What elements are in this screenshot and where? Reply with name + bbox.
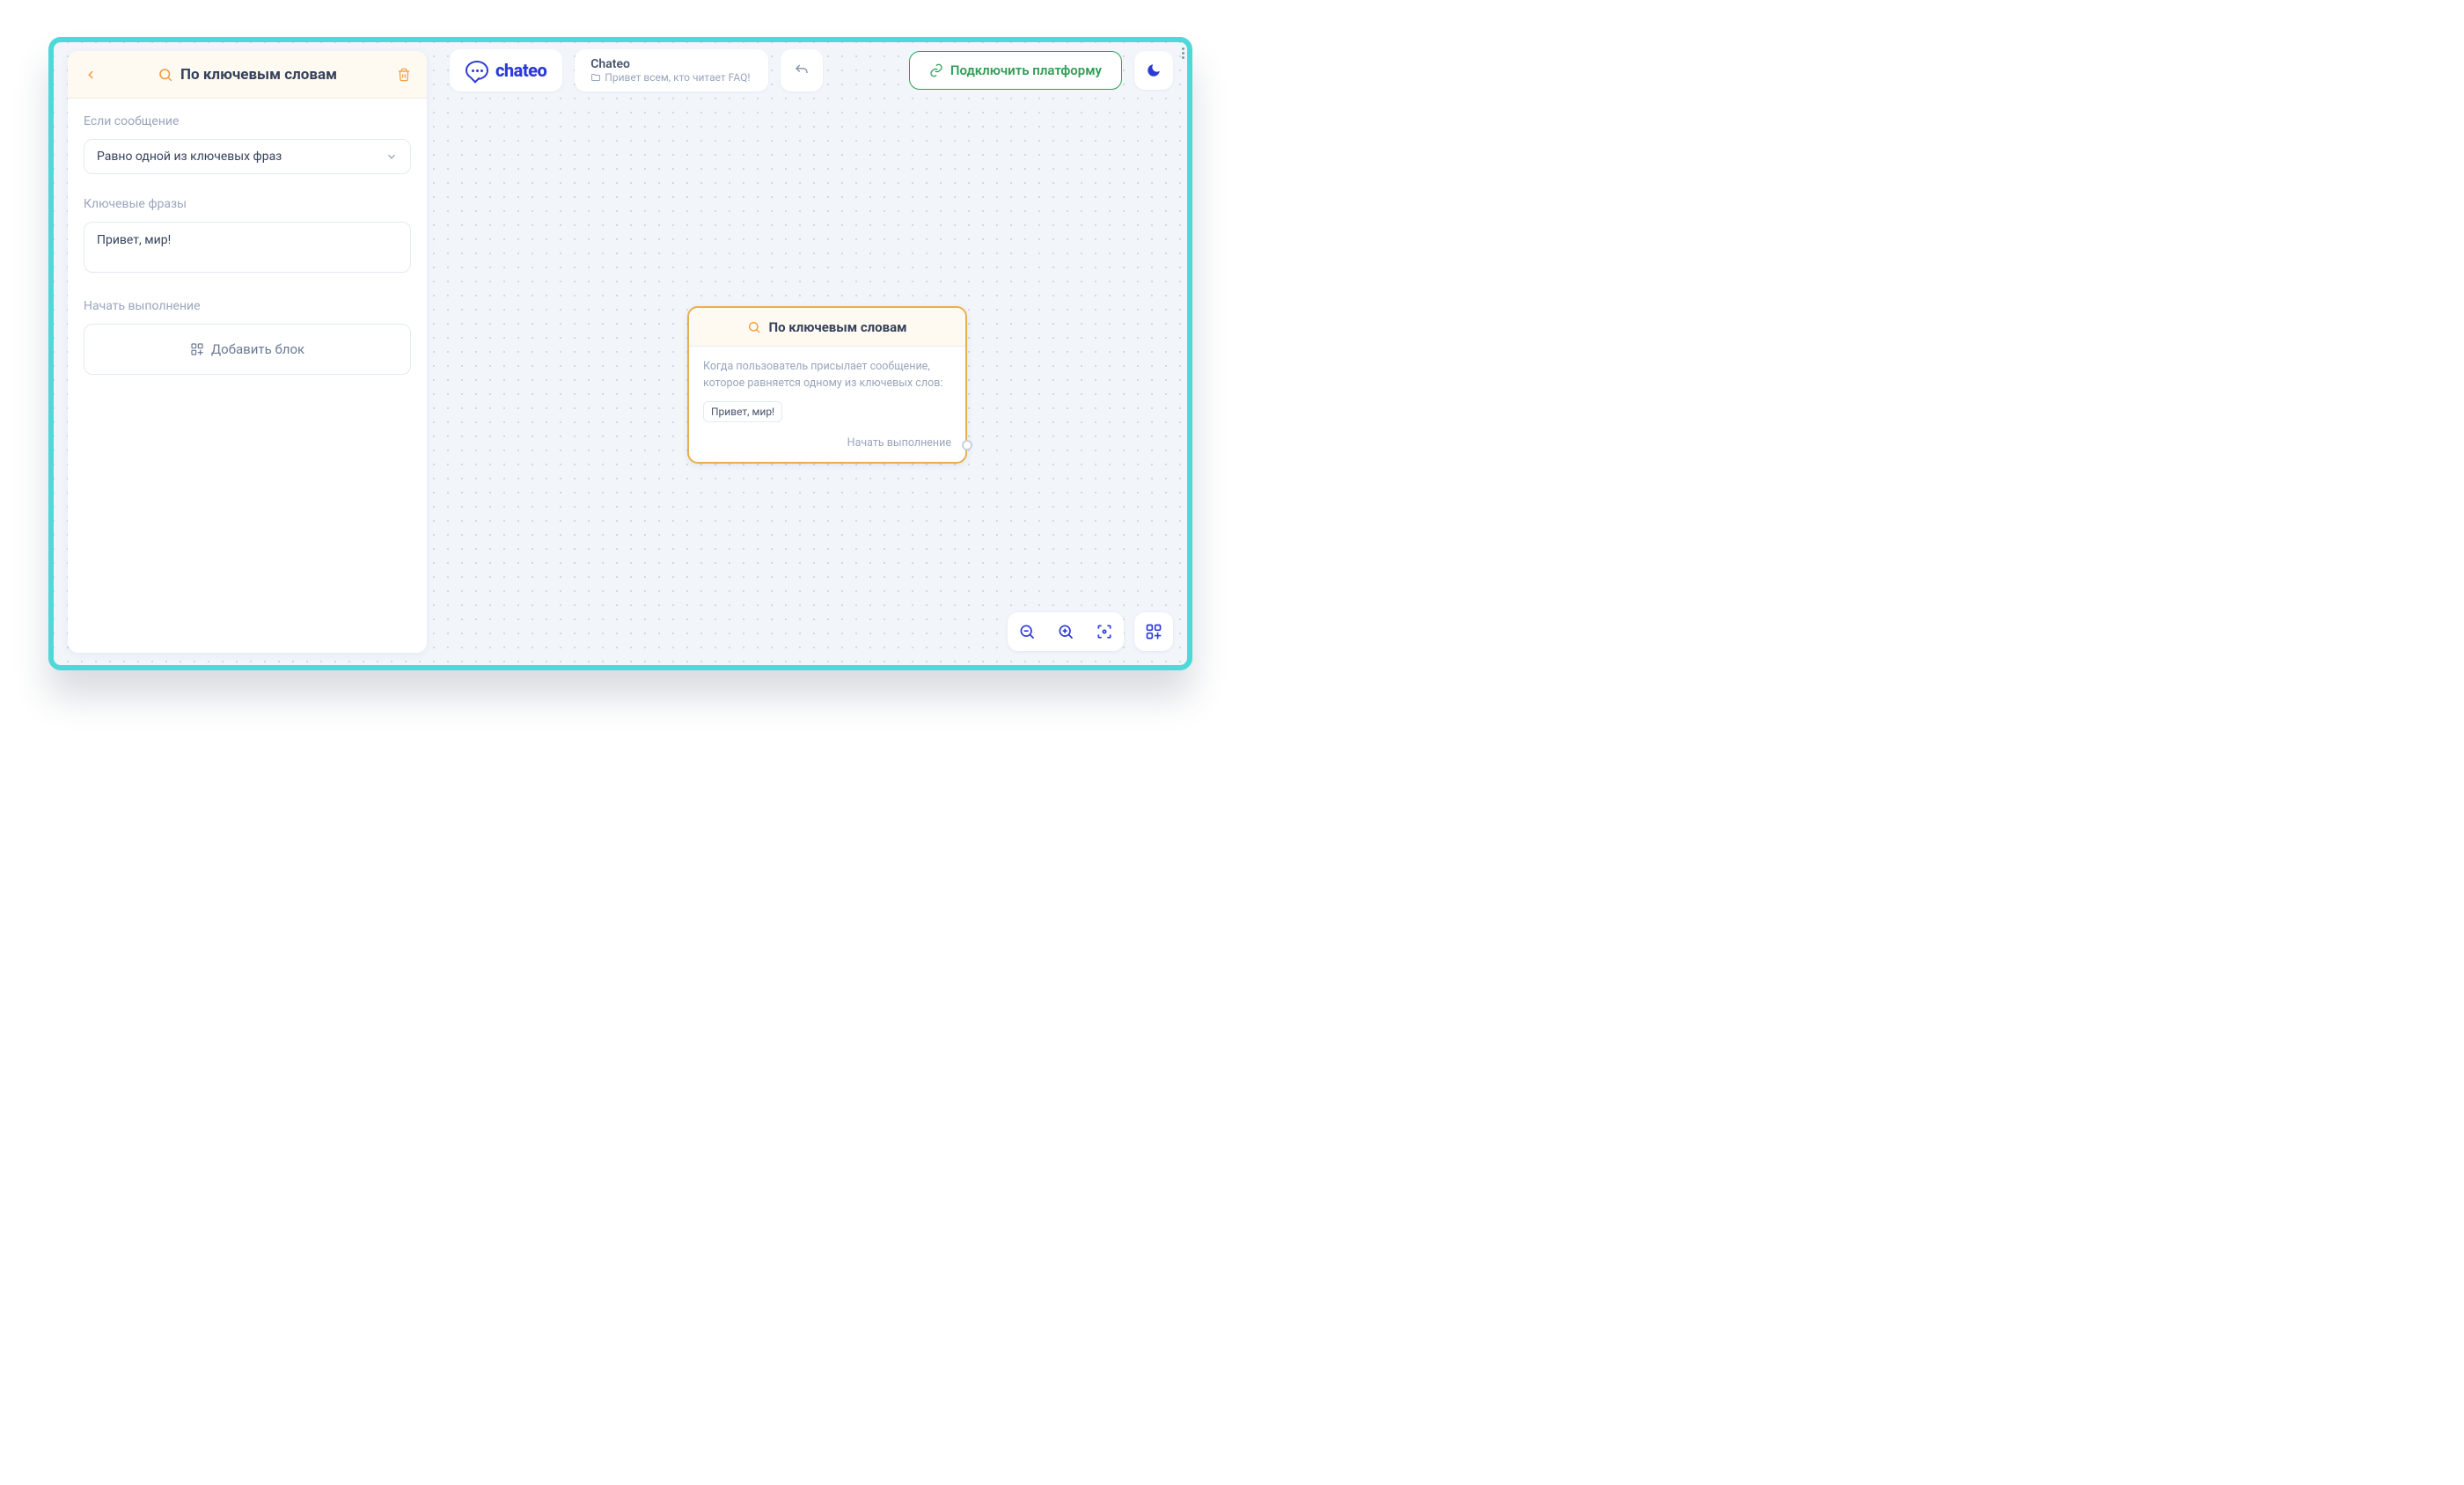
node-title: По ключевым словам	[768, 319, 906, 335]
phrases-input[interactable]: Привет, мир!	[84, 222, 411, 273]
condition-select[interactable]: Равно одной из ключевых фраз	[84, 139, 411, 174]
condition-label: Если сообщение	[84, 114, 411, 128]
logo[interactable]: chateo	[450, 49, 562, 91]
undo-button[interactable]	[781, 49, 823, 91]
phrases-label: Ключевые фразы	[84, 197, 411, 211]
delete-button[interactable]	[393, 64, 414, 85]
connect-platform-label: Подключить платформу	[950, 62, 1102, 78]
inspector-panel: По ключевым словам Если сообщение Равно …	[68, 51, 427, 653]
window-drag-handle[interactable]	[1182, 48, 1184, 59]
add-node-button[interactable]	[1134, 612, 1173, 651]
inspector-body: Если сообщение Равно одной из ключевых ф…	[68, 99, 427, 391]
breadcrumb-title: Chateo	[590, 57, 752, 71]
node-header: По ключевым словам	[689, 308, 965, 347]
node-output-port[interactable]	[962, 440, 972, 450]
folder-icon	[590, 72, 601, 83]
start-label: Начать выполнение	[84, 299, 411, 313]
search-icon	[158, 67, 173, 83]
add-block-icon	[190, 342, 204, 356]
logo-text: chateo	[495, 60, 546, 81]
connect-platform-button[interactable]: Подключить платформу	[909, 51, 1122, 90]
add-block-button[interactable]: Добавить блок	[84, 324, 411, 375]
node-footer-label: Начать выполнение	[847, 436, 951, 450]
zoom-controls	[1008, 612, 1124, 651]
node-keyword-trigger[interactable]: По ключевым словам Когда пользователь пр…	[687, 306, 967, 464]
chevron-down-icon	[385, 150, 398, 163]
link-icon	[929, 63, 943, 77]
condition-select-value: Равно одной из ключевых фраз	[97, 150, 282, 164]
back-button[interactable]	[80, 64, 101, 85]
node-keyword-chip: Привет, мир!	[703, 401, 782, 422]
node-footer: Начать выполнение	[689, 431, 965, 462]
phrases-value: Привет, мир!	[97, 233, 171, 247]
inspector-header: По ключевым словам	[68, 51, 427, 99]
app-window: По ключевым словам Если сообщение Равно …	[48, 37, 1192, 670]
node-body: Когда пользователь присылает сообщение, …	[689, 347, 965, 431]
add-block-label: Добавить блок	[211, 341, 304, 357]
node-description: Когда пользователь присылает сообщение, …	[703, 359, 951, 392]
zoom-in-button[interactable]	[1046, 612, 1085, 651]
search-icon	[747, 320, 761, 334]
canvas-controls	[1008, 612, 1173, 651]
breadcrumb[interactable]: Chateo Привет всем, кто читает FAQ!	[575, 49, 768, 91]
logo-icon	[466, 61, 488, 80]
zoom-out-button[interactable]	[1008, 612, 1046, 651]
fit-view-button[interactable]	[1085, 612, 1124, 651]
theme-toggle[interactable]	[1134, 51, 1173, 90]
inspector-title-wrap: По ключевым словам	[101, 66, 393, 84]
add-node-card	[1134, 612, 1173, 651]
breadcrumb-subtitle: Привет всем, кто читает FAQ!	[590, 71, 752, 84]
moon-icon	[1146, 62, 1162, 78]
inspector-title: По ключевым словам	[180, 66, 337, 84]
